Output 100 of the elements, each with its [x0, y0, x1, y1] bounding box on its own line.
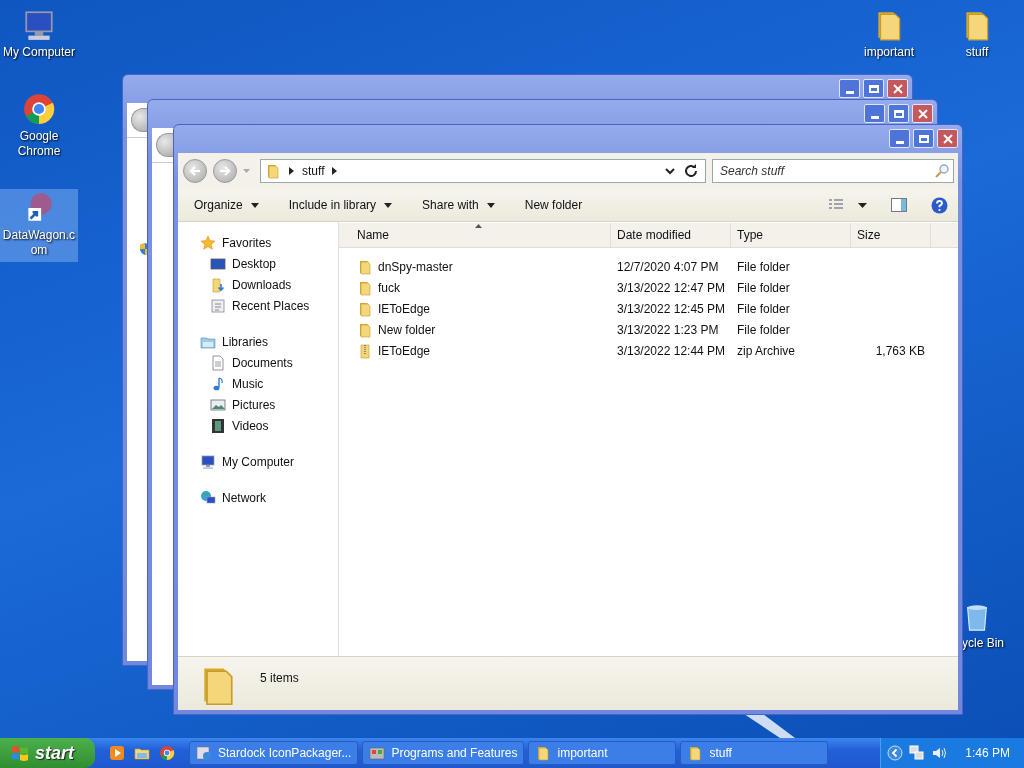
close-icon	[891, 82, 904, 95]
explorer-icon	[134, 745, 150, 761]
programs-icon	[369, 745, 386, 761]
nav-item[interactable]: Videos	[178, 415, 338, 436]
close-button[interactable]	[912, 104, 933, 123]
file-name[interactable]: dnSpy-master	[339, 258, 611, 275]
table-cell-text: 3/13/2022 12:47 PM	[616, 280, 727, 295]
file-name-text[interactable]: IEToEdge	[378, 343, 431, 358]
nav-item[interactable]: Network	[178, 487, 338, 508]
file-name[interactable]: New folder	[339, 321, 611, 338]
right-arrow-icon	[218, 164, 232, 178]
toolbar-button[interactable]: Share with	[416, 195, 501, 215]
column-header[interactable]: Size	[851, 223, 931, 247]
back-button[interactable]	[183, 159, 207, 183]
folder-icon	[687, 745, 704, 761]
chrome-icon	[159, 745, 175, 761]
taskbar-button[interactable]: important	[528, 741, 677, 765]
toolbar-button[interactable]: New folder	[518, 195, 589, 215]
documents-icon	[210, 354, 226, 371]
caret-icon	[486, 202, 495, 208]
file-name[interactable]: IEToEdge	[339, 300, 611, 317]
zip-file-icon	[357, 342, 373, 359]
nav-item[interactable]: Music	[178, 373, 338, 394]
folder-icon	[357, 258, 373, 275]
desktop-icon[interactable]: Google Chrome	[0, 90, 78, 163]
column-header[interactable]: Type	[731, 223, 851, 247]
chrome-icon	[22, 92, 56, 126]
maximize-button[interactable]	[888, 104, 909, 123]
back-button[interactable]	[156, 133, 176, 157]
folder-icon	[357, 321, 373, 338]
table-cell-text: File folder	[736, 280, 791, 295]
item-count: 5 items	[260, 671, 299, 685]
search-field[interactable]: Search stuff	[712, 159, 954, 183]
column-header[interactable]: Name	[339, 223, 611, 247]
nav-item[interactable]: Favorites	[178, 232, 338, 253]
breadcrumb[interactable]: stuff	[302, 164, 325, 178]
table-cell-text: 3/13/2022 12:44 PM	[616, 343, 727, 358]
preview-pane-icon[interactable]	[891, 198, 907, 212]
clock[interactable]: 1:46 PM	[965, 746, 1010, 760]
file-name-text[interactable]: fuck	[378, 280, 400, 295]
table-cell-text: zip Archive	[736, 343, 797, 358]
computer-icon	[200, 453, 216, 470]
close-button[interactable]	[937, 129, 958, 148]
table-cell-text: File folder	[736, 301, 791, 316]
chevron-icon	[332, 167, 338, 175]
desktop-icon[interactable]: important	[850, 6, 928, 64]
nav-item[interactable]: Recent Places	[178, 295, 338, 316]
minimize-button[interactable]	[889, 129, 910, 148]
refresh-icon[interactable]	[683, 163, 699, 179]
caret-icon	[250, 202, 259, 208]
nav-item[interactable]: Downloads	[178, 274, 338, 295]
pictures-icon	[210, 396, 226, 413]
computer-icon	[22, 8, 56, 42]
maximize-button[interactable]	[863, 79, 884, 98]
desktop-icon	[210, 255, 226, 272]
forward-button[interactable]	[213, 159, 237, 183]
desktop-icon-label[interactable]: ycle Bin	[962, 636, 1005, 651]
file-name-text[interactable]: dnSpy-master	[378, 259, 453, 274]
toolbar-button[interactable]: Include in library	[282, 195, 399, 215]
minimize-button[interactable]	[839, 79, 860, 98]
nav-item[interactable]: Pictures	[178, 394, 338, 415]
table-cell-text: 3/13/2022 1:23 PM	[616, 322, 720, 337]
table-cell-text: 3/13/2022 12:45 PM	[616, 301, 727, 316]
nav-item[interactable]: Libraries	[178, 331, 338, 352]
maximize-button[interactable]	[913, 129, 934, 148]
address-bar[interactable]: stuff	[260, 159, 706, 183]
desktop-icon[interactable]: stuff	[938, 6, 1016, 64]
taskbar-button[interactable]: stuff	[680, 741, 829, 765]
file-name-text[interactable]: IEToEdge	[378, 301, 431, 316]
table-cell-text: 1,763 KB	[874, 343, 926, 358]
table-cell-text: File folder	[736, 322, 791, 337]
media-player-icon	[109, 745, 125, 761]
help-icon[interactable]	[931, 196, 948, 214]
file-name[interactable]: IEToEdge	[339, 342, 611, 359]
nav-item[interactable]: My Computer	[178, 451, 338, 472]
file-name[interactable]: fuck	[339, 279, 611, 296]
windows-flag-icon	[10, 744, 30, 762]
minimize-button[interactable]	[864, 104, 885, 123]
desktop-icon[interactable]: My Computer	[0, 6, 78, 64]
toolbar-button[interactable]: Organize	[188, 195, 265, 215]
folder-icon	[357, 300, 373, 317]
network-icon[interactable]	[909, 745, 926, 761]
speaker-icon[interactable]	[931, 745, 948, 761]
nav-item[interactable]: Documents	[178, 352, 338, 373]
table-cell-text: 12/7/2020 4:07 PM	[616, 259, 720, 274]
file-name-text[interactable]: New folder	[378, 322, 436, 337]
taskbar-button[interactable]: Stardock IconPackager...	[189, 741, 359, 765]
caret-icon[interactable]	[858, 202, 867, 208]
close-button[interactable]	[887, 79, 908, 98]
taskbar-button[interactable]: Programs and Features	[362, 741, 525, 765]
dropdown-icon[interactable]	[665, 167, 675, 175]
column-header[interactable]: Date modified	[611, 223, 731, 247]
close-icon	[941, 132, 954, 145]
nav-item[interactable]: Desktop	[178, 253, 338, 274]
chevron-icon[interactable]	[887, 745, 904, 761]
search-icon	[934, 163, 950, 179]
desktop-icon[interactable]: DataWagon.com	[0, 189, 78, 262]
videos-icon	[210, 417, 226, 434]
close-icon	[916, 107, 929, 120]
view-options-icon[interactable]	[828, 198, 844, 212]
